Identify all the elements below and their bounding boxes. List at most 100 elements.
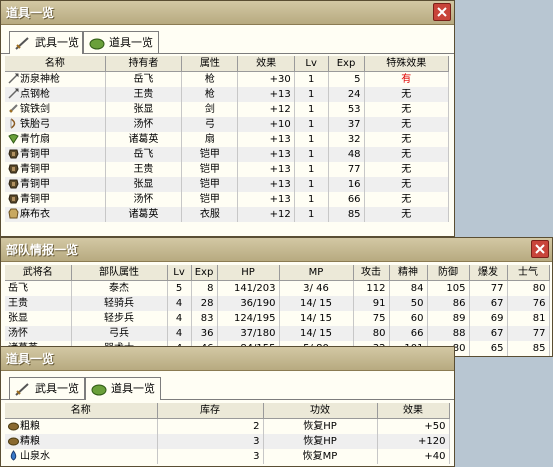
column-header[interactable]: HP — [217, 265, 280, 281]
table-row[interactable]: 山泉水 3 恢复MP +40 — [5, 449, 450, 464]
column-header[interactable]: Lv — [294, 56, 329, 72]
column-header[interactable]: Lv — [167, 265, 192, 281]
table-row[interactable]: 青铜甲 汤怀 铠甲 +13 1 66 无 — [5, 192, 450, 207]
cell-exp: 5 — [328, 71, 365, 87]
table-row[interactable]: 麻布衣 诸葛英 衣服 +12 1 85 无 — [5, 207, 450, 222]
cell-type: 轻骑兵 — [71, 296, 168, 311]
cell-def: 105 — [427, 280, 470, 296]
cell-burst: 65 — [469, 341, 508, 356]
cell-text: 镔铁剑 — [20, 104, 50, 115]
cell-text: 5 — [175, 283, 183, 294]
column-header[interactable]: 功效 — [263, 403, 378, 419]
cell-text: 无 — [401, 104, 412, 115]
table-row[interactable]: 沥泉神枪 岳飞 枪 +30 1 5 有 — [5, 71, 450, 87]
cell-text: 王贵 — [133, 164, 154, 175]
cell-text: 1 — [307, 119, 315, 130]
table-row[interactable]: 精粮 3 恢复HP +120 — [5, 434, 450, 449]
table-row[interactable]: 岳飞 泰杰 5 8 141/203 3/ 46 112 84 105 77 80 — [5, 280, 550, 296]
column-header[interactable]: 属性 — [181, 56, 239, 72]
cell-exp: 28 — [191, 296, 218, 311]
table-row[interactable]: 青铜甲 岳飞 铠甲 +13 1 48 无 — [5, 147, 450, 162]
cell-special: 无 — [364, 117, 450, 132]
table-row[interactable]: 镔铁剑 张显 剑 +12 1 53 无 — [5, 102, 450, 117]
table-row[interactable]: 青竹扇 诸葛英 扇 +13 1 32 无 — [5, 132, 450, 147]
cell-lv: 1 — [294, 132, 329, 147]
column-header[interactable]: 特殊效果 — [364, 56, 450, 72]
column-header[interactable]: 精神 — [389, 265, 428, 281]
column-header[interactable]: 爆发 — [469, 265, 508, 281]
table-row[interactable]: 青铜甲 王贵 铠甲 +13 1 77 无 — [5, 162, 450, 177]
cell-text: 诸葛英 — [128, 134, 159, 145]
cell-text: 无 — [401, 209, 412, 220]
column-header[interactable]: Exp — [328, 56, 365, 72]
table-row[interactable]: 青铜甲 张显 铠甲 +13 1 16 无 — [5, 177, 450, 192]
tab-weapons[interactable]: 武具一览 — [9, 377, 85, 399]
bag-icon — [89, 38, 105, 50]
tab-weapons[interactable]: 武具一览 — [9, 31, 83, 54]
cell-lv: 1 — [294, 177, 329, 192]
cell-name: 青铜甲 — [5, 192, 106, 207]
weapons-window: 道具一览 武具一览 道具一览 名称 持有者 属性 效果 Lv Exp 特殊效果 沥泉神枪 岳飞… — [0, 0, 455, 237]
column-header[interactable]: 库存 — [157, 403, 264, 419]
cell-text: 81 — [532, 313, 546, 324]
cell-text: +13 — [269, 89, 291, 100]
cell-attr: 铠甲 — [181, 147, 239, 162]
cell-text: 铠甲 — [199, 179, 220, 190]
column-header[interactable]: 防御 — [427, 265, 470, 281]
cell-lv: 1 — [294, 192, 329, 207]
column-header[interactable]: 部队属性 — [71, 265, 168, 281]
column-header[interactable]: 效果 — [377, 403, 450, 419]
column-header[interactable]: MP — [279, 265, 354, 281]
table-row[interactable]: 汤怀 弓兵 4 36 37/180 14/ 15 80 66 88 67 77 — [5, 326, 550, 341]
cell-text: 16 — [347, 179, 361, 190]
cell-text: 麻布衣 — [20, 209, 50, 220]
cell-text: 汤怀 — [133, 119, 154, 130]
cell-text: 67 — [490, 328, 504, 339]
cell-text: 粗粮 — [20, 421, 40, 432]
cell-text: +12 — [269, 209, 291, 220]
cell-holder: 诸葛英 — [105, 207, 183, 222]
cell-hp: 37/180 — [217, 326, 280, 341]
cell-text: 无 — [401, 149, 412, 160]
cell-text: 124/195 — [233, 313, 276, 324]
table-row[interactable]: 铁胎弓 汤怀 弓 +10 1 37 无 — [5, 117, 450, 132]
column-header[interactable]: 名称 — [5, 403, 158, 419]
column-header[interactable]: 武将名 — [5, 265, 72, 281]
column-header[interactable]: 持有者 — [105, 56, 183, 72]
tab-items[interactable]: 道具一览 — [83, 31, 159, 53]
table-row[interactable]: 张显 轻步兵 4 83 124/195 14/ 15 75 60 89 69 81 — [5, 311, 550, 326]
column-header[interactable]: 士气 — [507, 265, 550, 281]
cell-spirit: 84 — [389, 280, 428, 296]
cell-lv: 4 — [167, 296, 192, 311]
cell-text: 1 — [307, 104, 315, 115]
tab-items[interactable]: 道具一览 — [85, 377, 161, 400]
cell-text: 77 — [490, 283, 504, 294]
cell-text: 89 — [452, 313, 466, 324]
cell-text: 岳飞 — [133, 149, 154, 160]
close-button[interactable] — [531, 240, 549, 258]
cell-special: 无 — [364, 192, 450, 207]
column-header[interactable]: Exp — [191, 265, 218, 281]
cell-def: 86 — [427, 296, 470, 311]
column-header[interactable]: 攻击 — [353, 265, 390, 281]
cell-text: 77 — [347, 164, 361, 175]
cell-exp: 37 — [328, 117, 365, 132]
table-row[interactable]: 王贵 轻骑兵 4 28 36/190 14/ 15 91 50 86 67 76 — [5, 296, 550, 311]
cell-text: 60 — [410, 313, 424, 324]
column-header[interactable]: 效果 — [237, 56, 295, 72]
cell-text: 王贵 — [133, 89, 154, 100]
table-row[interactable]: 点钢枪 王贵 枪 +13 1 24 无 — [5, 87, 450, 102]
table-row[interactable]: 粗粮 2 恢复HP +50 — [5, 418, 450, 434]
column-header[interactable]: 名称 — [5, 56, 106, 72]
fan-icon — [8, 134, 19, 144]
cell-special: 无 — [364, 162, 450, 177]
units-window: 部队情报一览 武将名 部队属性 Lv Exp HP MP 攻击 精神 防御 爆发 士气 岳飞 泰杰 5 8… — [0, 237, 553, 357]
cell-text: 5 — [354, 74, 361, 85]
cell-text: 点钢枪 — [20, 89, 50, 100]
cell-text: 山泉水 — [20, 451, 50, 462]
cell-text: +13 — [269, 149, 291, 160]
cell-text: 66 — [410, 328, 424, 339]
cell-mp: 14/ 15 — [279, 296, 354, 311]
close-button[interactable] — [433, 3, 451, 21]
table-header: 名称 库存 功效 效果 — [5, 403, 450, 419]
